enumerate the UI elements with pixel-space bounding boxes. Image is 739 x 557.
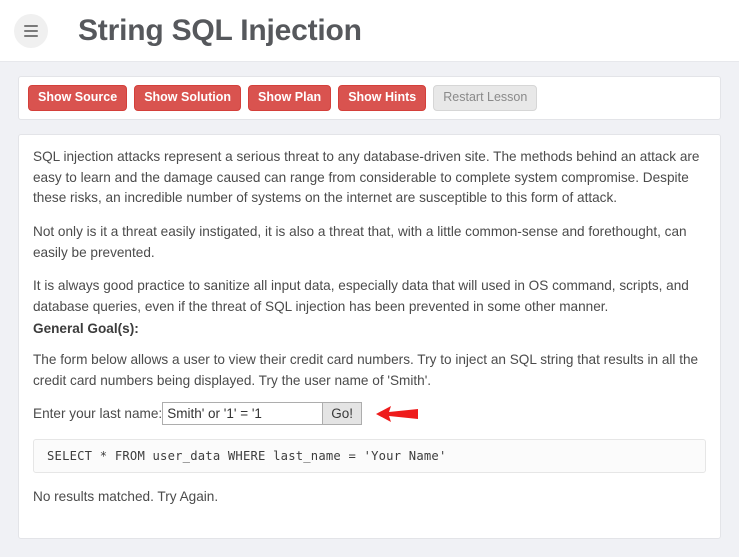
lesson-toolbar: Show Source Show Solution Show Plan Show… [18, 76, 721, 120]
red-arrow-icon [374, 403, 420, 425]
page-header: String SQL Injection [0, 0, 739, 62]
lesson-panel: SQL injection attacks represent a seriou… [18, 133, 721, 539]
page-title: String SQL Injection [78, 13, 362, 47]
show-source-button[interactable]: Show Source [28, 85, 128, 111]
go-button[interactable]: Go! [322, 402, 362, 426]
show-solution-button[interactable]: Show Solution [134, 85, 241, 111]
goal-description: The form below allows a user to view the… [33, 352, 699, 388]
hamburger-line [24, 34, 38, 37]
hamburger-line [24, 24, 38, 27]
show-plan-button[interactable]: Show Plan [247, 85, 332, 111]
lesson-paragraph-2: Not only is it a threat easily instigate… [33, 223, 687, 260]
result-message: No results matched. Try Again. [33, 489, 219, 505]
last-name-label: Enter your last name: [33, 406, 163, 422]
last-name-form: Enter your last name: Go! [33, 402, 706, 426]
restart-lesson-button[interactable]: Restart Lesson [433, 85, 538, 111]
show-hints-button[interactable]: Show Hints [338, 85, 427, 111]
last-name-input[interactable] [162, 402, 323, 426]
lesson-paragraph-1: SQL injection attacks represent a seriou… [33, 148, 700, 206]
lesson-paragraph-3: It is always good practice to sanitize a… [33, 278, 689, 314]
hamburger-line [24, 29, 38, 32]
hamburger-icon[interactable] [14, 13, 48, 48]
sql-query-preview: SELECT * FROM user_data WHERE last_name … [33, 439, 706, 474]
general-goals-heading: General Goal(s): [33, 321, 139, 337]
content-wrapper: Show Source Show Solution Show Plan Show… [0, 62, 739, 539]
